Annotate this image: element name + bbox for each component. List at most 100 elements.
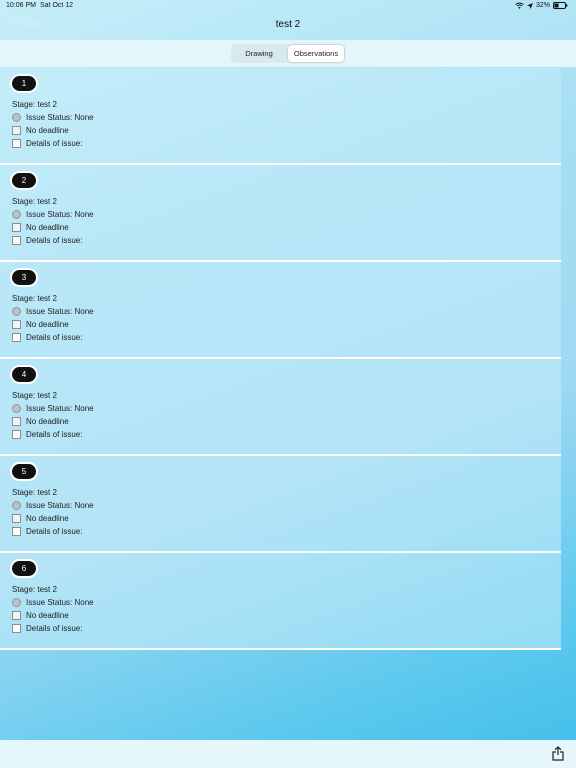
deadline-row: No deadline (12, 223, 69, 232)
document-icon (12, 139, 21, 148)
page-title: test 2 (275, 19, 301, 30)
segment-bar: Drawing Observations (0, 40, 576, 67)
list-item[interactable]: 6 Stage: test 2 Issue Status: None No de… (0, 553, 561, 650)
list-item[interactable]: 1 Stage: test 2 Issue Status: None No de… (0, 68, 561, 165)
details-text: Details of issue: (26, 430, 83, 439)
deadline-row: No deadline (12, 126, 69, 135)
chevron-right-icon: › (557, 302, 561, 313)
details-row: Details of issue: (12, 624, 82, 633)
tab-observations[interactable]: Observations (288, 45, 344, 62)
chevron-right-icon: › (557, 593, 561, 604)
details-text: Details of issue: (26, 333, 83, 342)
deadline-text: No deadline (26, 223, 69, 232)
stage-label: Stage: test 2 (12, 294, 57, 303)
stage-text: Stage: test 2 (12, 585, 57, 594)
list-item[interactable]: 2 Stage: test 2 Issue Status: None No de… (0, 165, 561, 262)
issue-status-row: Issue Status: None (12, 113, 94, 122)
wifi-icon (515, 2, 524, 9)
battery-percent: 32% (535, 2, 550, 9)
stage-text: Stage: test 2 (12, 488, 57, 497)
issue-status-text: Issue Status: None (26, 404, 94, 413)
calendar-icon (12, 320, 21, 329)
status-circle-icon (12, 307, 21, 316)
status-circle-icon (12, 598, 21, 607)
deadline-text: No deadline (26, 611, 69, 620)
deadline-row: No deadline (12, 417, 69, 426)
battery-icon (553, 2, 568, 9)
stage-label: Stage: test 2 (12, 391, 57, 400)
document-icon (12, 236, 21, 245)
details-row: Details of issue: (12, 236, 82, 245)
stage-label: Stage: test 2 (12, 197, 57, 206)
status-date: Sat Oct 12 (40, 2, 74, 9)
share-button[interactable] (552, 746, 564, 766)
nav-bar: Stages test 2 (0, 12, 576, 40)
document-icon (12, 430, 21, 439)
document-icon (12, 527, 21, 536)
issue-status-row: Issue Status: None (12, 598, 94, 607)
deadline-text: No deadline (26, 417, 69, 426)
status-circle-icon (12, 404, 21, 413)
deadline-row: No deadline (12, 320, 69, 329)
status-circle-icon (12, 210, 21, 219)
list-item[interactable]: 3 Stage: test 2 Issue Status: None No de… (0, 262, 561, 359)
status-circle-icon (12, 113, 21, 122)
details-row: Details of issue: (12, 430, 82, 439)
list-item[interactable]: 5 Stage: test 2 Issue Status: None No de… (0, 456, 561, 553)
segmented-control: Drawing Observations (231, 44, 345, 63)
stage-text: Stage: test 2 (12, 100, 57, 109)
chevron-right-icon: › (557, 399, 561, 410)
observation-number-badge: 2 (12, 173, 36, 188)
chevron-right-icon: › (557, 496, 561, 507)
calendar-icon (12, 417, 21, 426)
stage-label: Stage: test 2 (12, 100, 57, 109)
deadline-text: No deadline (26, 320, 69, 329)
observation-number-badge: 6 (12, 561, 36, 576)
stage-text: Stage: test 2 (12, 391, 57, 400)
bottom-toolbar (0, 740, 576, 768)
chevron-right-icon: › (557, 205, 561, 216)
calendar-icon (12, 514, 21, 523)
share-icon (552, 746, 564, 761)
deadline-row: No deadline (12, 514, 69, 523)
calendar-icon (12, 223, 21, 232)
details-row: Details of issue: (12, 527, 82, 536)
location-icon (526, 2, 533, 9)
issue-status-text: Issue Status: None (26, 598, 94, 607)
observation-number-badge: 3 (12, 270, 36, 285)
details-text: Details of issue: (26, 139, 83, 148)
issue-status-text: Issue Status: None (26, 501, 94, 510)
details-row: Details of issue: (12, 333, 82, 342)
issue-status-row: Issue Status: None (12, 404, 94, 413)
details-text: Details of issue: (26, 236, 83, 245)
status-time: 10:06 PM (6, 2, 36, 9)
calendar-icon (12, 611, 21, 620)
tab-drawing[interactable]: Drawing (231, 44, 287, 63)
observation-number-badge: 5 (12, 464, 36, 479)
observation-list: 1 Stage: test 2 Issue Status: None No de… (0, 68, 561, 650)
observation-number-badge: 1 (12, 76, 36, 91)
observation-number-badge: 4 (12, 367, 36, 382)
issue-status-row: Issue Status: None (12, 210, 94, 219)
document-icon (12, 333, 21, 342)
document-icon (12, 624, 21, 633)
issue-status-row: Issue Status: None (12, 501, 94, 510)
stage-text: Stage: test 2 (12, 197, 57, 206)
details-text: Details of issue: (26, 624, 83, 633)
details-text: Details of issue: (26, 527, 83, 536)
details-row: Details of issue: (12, 139, 82, 148)
status-bar: 10:06 PM Sat Oct 12 32% (0, 0, 576, 12)
issue-status-text: Issue Status: None (26, 113, 94, 122)
chevron-right-icon: › (557, 108, 561, 119)
deadline-text: No deadline (26, 514, 69, 523)
stage-label: Stage: test 2 (12, 585, 57, 594)
list-item[interactable]: 4 Stage: test 2 Issue Status: None No de… (0, 359, 561, 456)
issue-status-text: Issue Status: None (26, 210, 94, 219)
deadline-text: No deadline (26, 126, 69, 135)
issue-status-text: Issue Status: None (26, 307, 94, 316)
deadline-row: No deadline (12, 611, 69, 620)
status-right: 32% (515, 2, 568, 9)
status-circle-icon (12, 501, 21, 510)
calendar-icon (12, 126, 21, 135)
stage-label: Stage: test 2 (12, 488, 57, 497)
